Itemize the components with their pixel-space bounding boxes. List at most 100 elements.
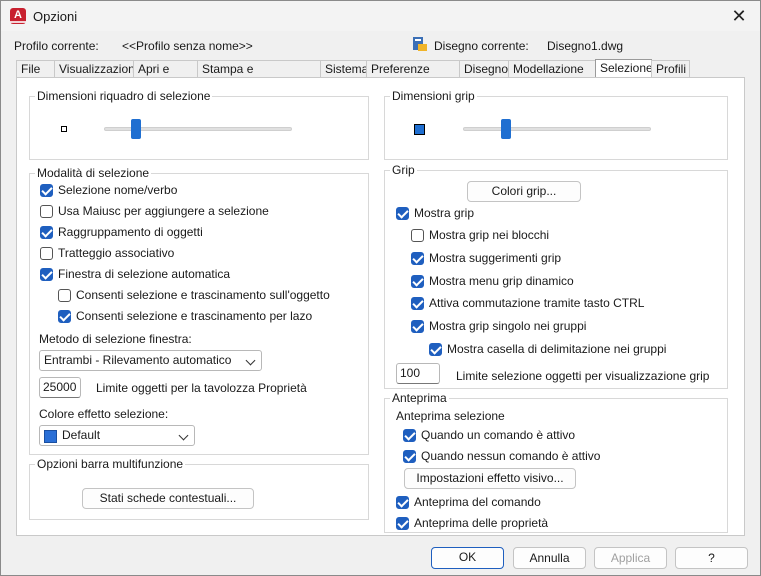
object-limit-label: Limite oggetti per la tavolozza Propriet… [96, 381, 307, 395]
pickbox-slider-thumb[interactable] [131, 119, 141, 139]
checkbox-label: Mostra suggerimenti grip [429, 251, 562, 265]
checkbox-box[interactable] [396, 495, 409, 509]
chevron-down-icon [245, 355, 256, 366]
help-button[interactable]: ? [675, 547, 748, 569]
tab-user-preferences[interactable]: Preferenze utente [366, 60, 460, 93]
checkbox-box[interactable] [403, 449, 416, 463]
checkbox-label: Finestra di selezione automatica [58, 267, 231, 281]
implied-windowing-checkbox[interactable]: Finestra di selezione automatica [40, 267, 230, 281]
grip-colors-button[interactable]: Colori grip... [467, 181, 581, 202]
single-grip-groups-checkbox[interactable]: Mostra grip singolo nei gruppi [411, 319, 586, 333]
grip-size-group: Dimensioni grip [384, 89, 728, 160]
checkbox-box[interactable] [40, 183, 53, 197]
checkbox-label: Tratteggio associativo [58, 246, 175, 260]
contextual-tab-states-button[interactable]: Stati schede contestuali... [82, 488, 254, 509]
checkbox-label: Anteprima delle proprietà [414, 516, 549, 530]
current-drawing-value: Disegno1.dwg [547, 39, 624, 53]
checkbox-label: Mostra casella di delimitazione nei grup… [447, 342, 667, 356]
preview-group: Anteprima Anteprima selezione Quando un … [384, 391, 728, 533]
checkbox-label: Selezione nome/verbo [58, 183, 178, 197]
checkbox-box[interactable] [411, 319, 424, 333]
options-dialog: A Opzioni ✕ Profilo corrente: <<Profilo … [0, 0, 761, 576]
checkbox-box[interactable] [411, 228, 424, 242]
checkbox-box[interactable] [411, 274, 424, 288]
preview-title: Anteprima [390, 391, 449, 405]
effect-color-label: Colore effetto selezione: [39, 407, 169, 421]
color-swatch [44, 430, 57, 443]
tab-3d-modeling[interactable]: Modellazione 3D [508, 60, 596, 93]
tab-selection[interactable]: Selezione [595, 59, 653, 78]
window-method-value: Entrambi - Rilevamento automatico [44, 353, 232, 367]
pickbox-size-title: Dimensioni riquadro di selezione [35, 89, 213, 103]
checkbox-box[interactable] [403, 428, 416, 442]
window-method-select[interactable]: Entrambi - Rilevamento automatico [39, 350, 262, 371]
ctrl-cycling-checkbox[interactable]: Attiva commutazione tramite tasto CTRL [411, 296, 644, 310]
property-preview-checkbox[interactable]: Anteprima delle proprietà [396, 516, 548, 530]
grip-size-title: Dimensioni grip [390, 89, 477, 103]
tab-plot-publish[interactable]: Stampa e pubblicazione [197, 60, 321, 93]
bounding-box-groups-checkbox[interactable]: Mostra casella di delimitazione nei grup… [429, 342, 666, 356]
close-button[interactable]: ✕ [726, 4, 752, 28]
checkbox-box[interactable] [411, 296, 424, 310]
tab-drafting[interactable]: Disegno [459, 60, 509, 78]
associative-hatch-checkbox[interactable]: Tratteggio associativo [40, 246, 174, 260]
checkbox-label: Consenti selezione e trascinamento sull'… [76, 288, 330, 302]
apply-button[interactable]: Applica [594, 547, 667, 569]
press-drag-object-checkbox[interactable]: Consenti selezione e trascinamento sull'… [58, 288, 330, 302]
checkbox-box[interactable] [411, 251, 424, 265]
checkbox-box[interactable] [58, 309, 71, 323]
command-preview-checkbox[interactable]: Anteprima del comando [396, 495, 541, 509]
grip-preview [393, 107, 445, 151]
checkbox-label: Mostra grip singolo nei gruppi [429, 319, 587, 333]
pickbox-square-icon [61, 126, 67, 132]
ribbon-options-title: Opzioni barra multifunzione [35, 457, 186, 471]
checkbox-box[interactable] [40, 246, 53, 260]
noun-verb-selection-checkbox[interactable]: Selezione nome/verbo [40, 183, 177, 197]
show-grip-tips-checkbox[interactable]: Mostra suggerimenti grip [411, 251, 561, 265]
checkbox-box[interactable] [396, 516, 409, 530]
pickbox-preview [38, 107, 90, 151]
checkbox-box[interactable] [40, 204, 53, 218]
tab-open-save[interactable]: Apri e salva [133, 60, 198, 93]
object-limit-input[interactable]: 25000 [39, 377, 81, 398]
checkbox-box[interactable] [58, 288, 71, 302]
checkbox-label: Usa Maiusc per aggiungere a selezione [58, 204, 269, 218]
checkbox-box[interactable] [40, 225, 53, 239]
visual-effect-settings-button[interactable]: Impostazioni effetto visivo... [404, 468, 576, 489]
selection-preview-label: Anteprima selezione [396, 409, 505, 423]
selection-tab-panel: Dimensioni riquadro di selezione Dimensi… [16, 77, 745, 536]
checkbox-box[interactable] [429, 342, 442, 356]
effect-color-select[interactable]: Default [39, 425, 195, 446]
grip-object-limit-input[interactable]: 100 [396, 363, 440, 384]
checkbox-label: Raggruppamento di oggetti [58, 225, 203, 239]
checkbox-box[interactable] [396, 206, 409, 220]
grip-slider-thumb[interactable] [501, 119, 511, 139]
grip-object-limit-label: Limite selezione oggetti per visualizzaz… [456, 369, 710, 383]
autocad-app-icon: A [10, 8, 26, 24]
show-grips-checkbox[interactable]: Mostra grip [396, 206, 474, 220]
shift-to-add-checkbox[interactable]: Usa Maiusc per aggiungere a selezione [40, 204, 269, 218]
tab-display[interactable]: Visualizzazione [54, 60, 142, 78]
ok-button[interactable]: OK [431, 547, 504, 569]
checkbox-label: Mostra grip [414, 206, 475, 220]
checkbox-label: Anteprima del comando [414, 495, 541, 509]
show-dynamic-grip-menu-checkbox[interactable]: Mostra menu grip dinamico [411, 274, 574, 288]
object-grouping-checkbox[interactable]: Raggruppamento di oggetti [40, 225, 203, 239]
effect-color-value: Default [62, 428, 101, 442]
window-title: Opzioni [33, 9, 78, 24]
current-drawing-label: Disegno corrente: [434, 39, 529, 53]
selection-modes-title: Modalità di selezione [35, 166, 152, 180]
tab-profiles[interactable]: Profili [651, 60, 690, 78]
checkbox-label: Consenti selezione e trascinamento per l… [76, 309, 313, 323]
cancel-button[interactable]: Annulla [513, 547, 586, 569]
press-drag-lasso-checkbox[interactable]: Consenti selezione e trascinamento per l… [58, 309, 312, 323]
checkbox-box[interactable] [40, 267, 53, 281]
show-grips-in-blocks-checkbox[interactable]: Mostra grip nei blocchi [411, 228, 549, 242]
preview-no-command-checkbox[interactable]: Quando nessun comando è attivo [403, 449, 600, 463]
preview-command-active-checkbox[interactable]: Quando un comando è attivo [403, 428, 575, 442]
tab-system[interactable]: Sistema [320, 60, 368, 78]
checkbox-label: Mostra menu grip dinamico [429, 274, 574, 288]
tab-file[interactable]: File [16, 60, 55, 78]
grip-slider-track[interactable] [463, 127, 651, 131]
pickbox-size-group: Dimensioni riquadro di selezione [29, 89, 369, 160]
